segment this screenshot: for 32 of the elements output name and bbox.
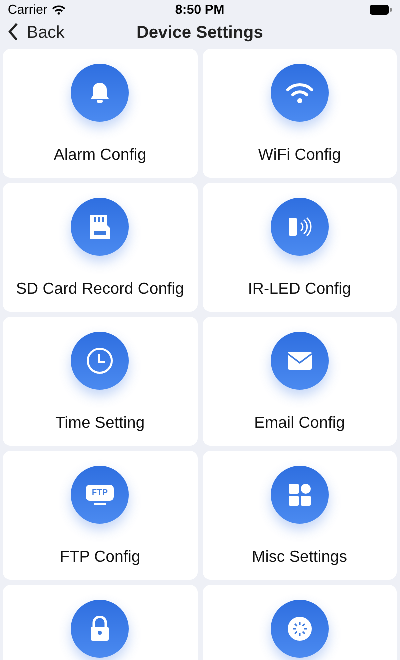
status-time: 8:50 PM [175, 1, 225, 19]
clock-icon [86, 347, 114, 375]
settings-tile[interactable]: FTP FTP Config [3, 451, 198, 580]
tiles-icon [288, 483, 312, 507]
wifi-signal-icon [52, 4, 66, 15]
tile-label: Alarm Config [54, 146, 146, 166]
ir-led-icon [286, 215, 313, 239]
settings-tile[interactable]: IR-LED Config [202, 183, 397, 312]
loading-icon [286, 616, 313, 642]
settings-tile[interactable]: Time Setting [3, 317, 198, 446]
sd-card-icon [89, 214, 112, 240]
carrier-label: Carrier [8, 1, 48, 19]
tile-label: SD Card Record Config [16, 280, 184, 300]
tile-label: Misc Settings [252, 548, 348, 568]
tile-label: FTP Config [60, 548, 141, 568]
settings-tile[interactable]: Alarm Config [3, 49, 198, 178]
tile-label: WiFi Config [258, 146, 342, 166]
page-title: Device Settings [136, 22, 264, 44]
envelope-icon [286, 351, 313, 371]
chevron-left-icon [8, 23, 19, 42]
lock-icon [89, 616, 112, 642]
tile-label: Time Setting [56, 414, 145, 434]
wifi-icon [284, 81, 315, 105]
bell-icon [89, 81, 112, 105]
tile-label: Email Config [254, 414, 346, 434]
back-button[interactable]: Back [8, 20, 65, 45]
settings-tile[interactable]: Misc Settings [202, 451, 397, 580]
settings-tile[interactable]: Email Config [202, 317, 397, 446]
battery-icon [370, 4, 392, 15]
tile-label: IR-LED Config [248, 280, 352, 300]
settings-tile[interactable]: WiFi Config [202, 49, 397, 178]
settings-tile[interactable]: SD Card Record Config [3, 183, 198, 312]
